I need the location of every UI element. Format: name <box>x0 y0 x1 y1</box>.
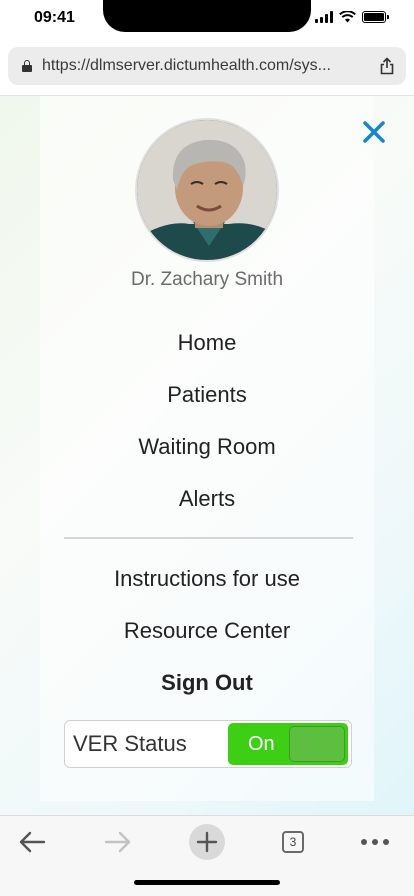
menu-divider <box>64 537 353 539</box>
close-icon <box>363 121 385 143</box>
lock-icon <box>22 60 32 72</box>
forward-arrow-icon <box>104 831 131 853</box>
address-bar[interactable]: https://dlmserver.dictumhealth.com/sys..… <box>8 47 406 85</box>
close-menu-button[interactable] <box>359 117 389 147</box>
nav-item-waiting-room[interactable]: Waiting Room <box>0 434 414 460</box>
url-text: https://dlmserver.dictumhealth.com/sys..… <box>42 57 331 74</box>
status-bar: 09:41 <box>0 0 414 40</box>
device-notch <box>103 0 311 32</box>
sign-out-button[interactable]: Sign Out <box>0 670 414 696</box>
back-button[interactable] <box>10 820 54 864</box>
toggle-knob[interactable] <box>289 726 345 762</box>
home-indicator <box>134 880 280 885</box>
nav-item-alerts[interactable]: Alerts <box>0 486 414 512</box>
plus-icon <box>189 824 225 860</box>
new-tab-button[interactable] <box>185 820 229 864</box>
nav-item-patients[interactable]: Patients <box>0 382 414 408</box>
signal-icon <box>315 11 333 23</box>
doctor-name: Dr. Zachary Smith <box>130 269 284 290</box>
avatar-photo <box>137 120 277 260</box>
ver-status-row: VER Status On <box>64 720 352 768</box>
more-menu-button[interactable] <box>353 820 397 864</box>
nav-item-instructions[interactable]: Instructions for use <box>0 566 414 592</box>
wifi-icon <box>339 11 356 23</box>
avatar <box>135 118 279 262</box>
ver-status-label: VER Status <box>73 731 187 756</box>
tab-count: 3 <box>282 831 304 853</box>
status-time: 09:41 <box>34 9 75 26</box>
share-icon[interactable] <box>378 57 396 75</box>
tabs-button[interactable]: 3 <box>271 820 315 864</box>
status-icons <box>315 11 389 23</box>
ver-status-toggle[interactable]: On <box>228 723 348 765</box>
more-icon <box>361 839 389 845</box>
back-arrow-icon <box>19 831 46 853</box>
toggle-state-label: On <box>248 733 275 755</box>
nav-item-home[interactable]: Home <box>0 330 414 356</box>
nav-item-resource-center[interactable]: Resource Center <box>0 618 414 644</box>
forward-button[interactable] <box>96 820 140 864</box>
battery-icon <box>362 11 389 23</box>
